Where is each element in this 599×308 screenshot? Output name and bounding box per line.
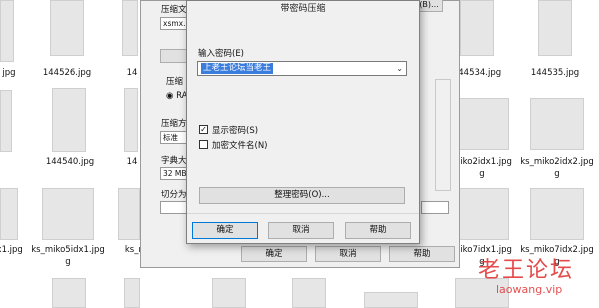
split-volumes-label: 切分为: [161, 190, 187, 200]
file-name[interactable]: 144535.jpg: [514, 68, 596, 79]
right-panel-field[interactable]: [421, 201, 449, 214]
show-password-checkbox[interactable]: ✓: [199, 125, 208, 134]
file-thumbnail[interactable]: [530, 98, 584, 150]
dialog-title: 带密码压缩: [280, 4, 326, 14]
archive-ok-button[interactable]: 确定: [241, 246, 307, 262]
file-name[interactable]: ks_miko2idx2.jpg: [516, 157, 598, 168]
encrypt-file-names-label: 加密文件名(N): [212, 141, 268, 151]
compression-method-label: 压缩方: [161, 119, 187, 129]
cancel-button[interactable]: 取消: [268, 222, 334, 239]
password-input[interactable]: 上老王论坛当老王 ⌄: [197, 61, 407, 76]
file-thumbnail[interactable]: [460, 0, 494, 56]
archive-help-button[interactable]: 帮助: [389, 246, 455, 262]
file-thumbnail[interactable]: [42, 188, 94, 240]
file-thumbnail[interactable]: [52, 278, 86, 308]
archive-name-label: 压缩文: [161, 5, 187, 15]
file-thumbnail[interactable]: [124, 278, 140, 308]
file-thumbnail[interactable]: [364, 292, 418, 308]
ok-button[interactable]: 确定: [192, 222, 258, 239]
file-thumbnail[interactable]: [52, 88, 86, 152]
file-thumbnail[interactable]: [538, 0, 572, 56]
archive-format-label: 压缩: [166, 77, 184, 87]
right-panel-box: [435, 79, 451, 191]
watermark-url: laowang.vip: [496, 283, 563, 296]
file-name: g: [554, 169, 560, 179]
file-thumbnail[interactable]: [0, 0, 14, 62]
file-thumbnail[interactable]: [455, 188, 509, 240]
help-button[interactable]: 帮助: [345, 222, 411, 239]
file-name: g: [65, 257, 71, 267]
dictionary-size-label: 字典大: [161, 156, 187, 166]
file-thumbnail[interactable]: [118, 188, 140, 240]
watermark-logo: 老王论坛: [478, 258, 575, 283]
organize-passwords-button[interactable]: 整理密码(O)...: [199, 187, 405, 204]
file-thumbnail[interactable]: [124, 88, 138, 152]
password-value: 上老王论坛当老王: [201, 63, 274, 74]
file-thumbnail[interactable]: [212, 278, 246, 308]
file-thumbnail[interactable]: [50, 0, 84, 56]
radio-icon: ◉: [166, 91, 177, 101]
file-thumbnail[interactable]: [0, 188, 18, 240]
password-label: 输入密码(E): [198, 49, 245, 59]
file-thumbnail[interactable]: [455, 98, 509, 150]
file-thumbnail[interactable]: [530, 188, 584, 240]
chevron-down-icon[interactable]: ⌄: [396, 64, 403, 73]
file-thumbnail[interactable]: [122, 0, 138, 56]
encrypt-file-names-checkbox[interactable]: [199, 140, 208, 149]
show-password-label: 显示密码(S): [212, 126, 259, 136]
file-thumbnail[interactable]: [0, 90, 12, 152]
rar-radio[interactable]: ◉ RA: [166, 91, 188, 101]
file-thumbnail[interactable]: [292, 278, 326, 308]
divider: [187, 213, 419, 214]
archive-cancel-button[interactable]: 取消: [315, 246, 381, 262]
password-dialog: 带密码压缩 输入密码(E) 上老王论坛当老王 ⌄ ✓ 显示密码(S) 加密文件名…: [186, 0, 420, 244]
